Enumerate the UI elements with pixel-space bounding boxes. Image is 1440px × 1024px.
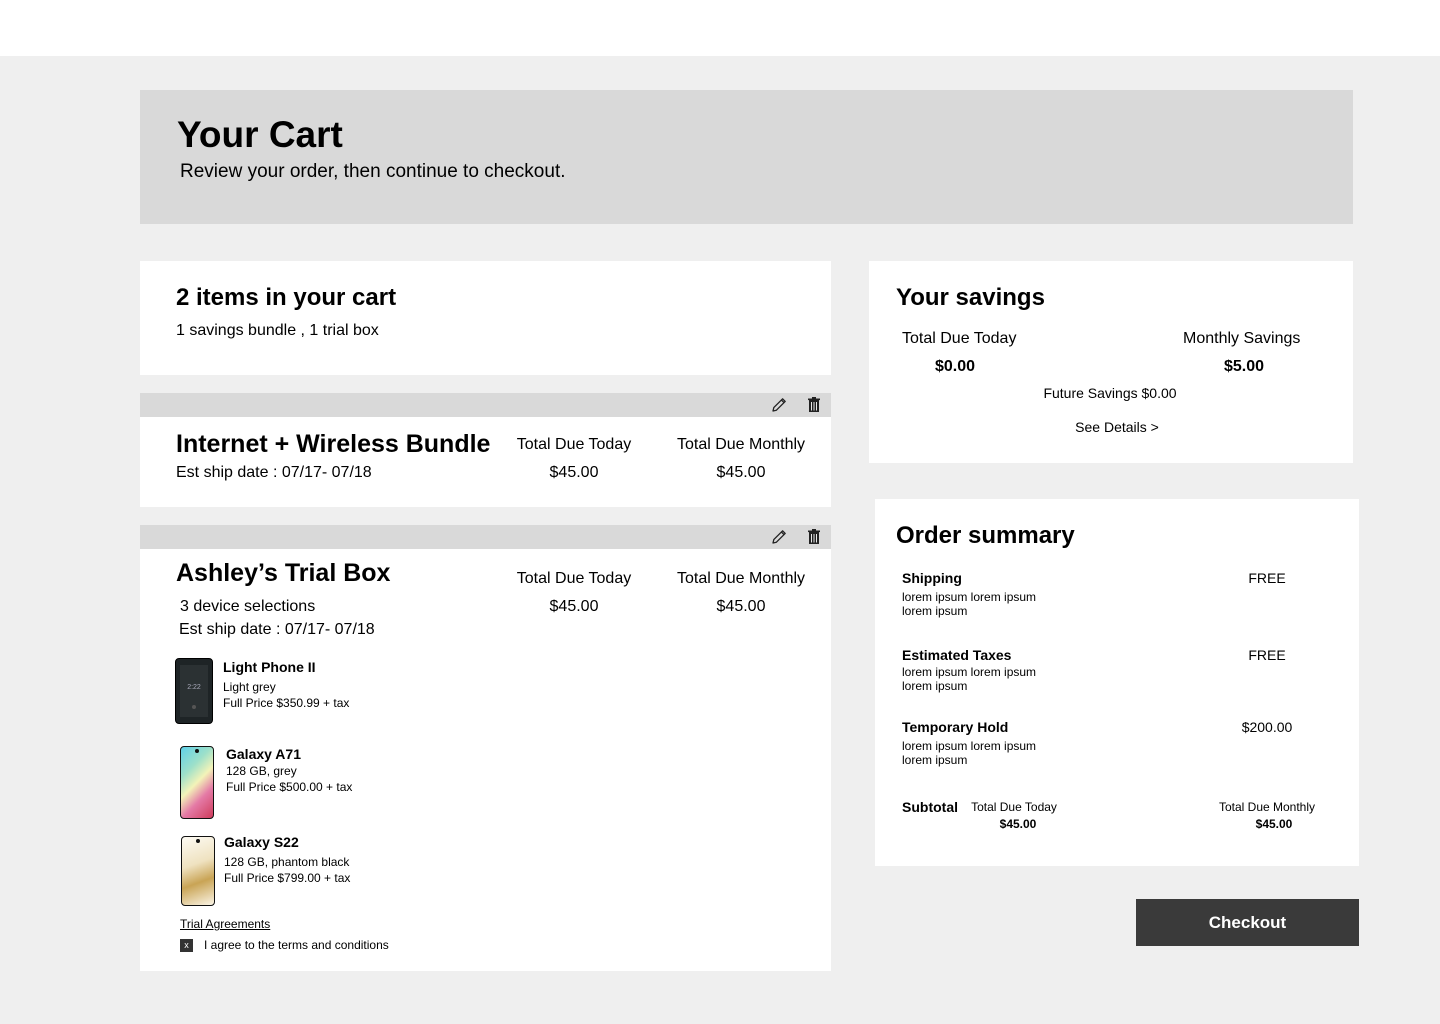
device-price: Full Price $500.00 + tax <box>226 780 353 794</box>
checkout-button[interactable]: Checkout <box>1136 899 1359 946</box>
taxes-value: FREE <box>1248 647 1286 663</box>
pencil-icon[interactable] <box>769 395 789 415</box>
savings-monthly-label: Monthly Savings <box>1183 330 1301 347</box>
device-detail: 128 GB, phantom black <box>224 855 350 869</box>
cart-header: Your Cart Review your order, then contin… <box>140 90 1353 224</box>
galaxy-s22-image <box>181 836 215 906</box>
savings-due-today-label: Total Due Today <box>902 330 1017 347</box>
top-bar <box>0 0 1440 56</box>
shipping-desc: lorem ipsum <box>902 604 968 618</box>
pencil-icon[interactable] <box>769 527 789 547</box>
taxes-desc: lorem ipsum <box>902 679 968 693</box>
bundle-action-bar <box>140 393 831 417</box>
trash-icon[interactable] <box>804 395 824 415</box>
savings-title: Your savings <box>896 284 1045 311</box>
trial-title: Ashley’s Trial Box <box>176 559 391 587</box>
device-price: Full Price $799.00 + tax <box>224 871 351 885</box>
cart-count-title: 2 items in your cart <box>176 284 397 311</box>
subtotal-monthly-label: Total Due Monthly <box>1218 800 1316 814</box>
bundle-due-monthly-value: $45.00 <box>716 464 766 481</box>
subtotal-label: Subtotal <box>902 799 958 815</box>
subtotal-today-value: $45.00 <box>999 817 1037 831</box>
subtotal-monthly-value: $45.00 <box>1255 817 1293 831</box>
trial-action-bar <box>140 525 831 549</box>
see-details-link[interactable]: See Details > <box>1017 419 1217 435</box>
page-title: Your Cart <box>177 114 343 155</box>
bundle-due-today-label: Total Due Today <box>516 436 632 453</box>
light-phone-image: 2:22 <box>175 658 213 724</box>
savings-monthly-value: $5.00 <box>1223 358 1265 375</box>
shipping-label: Shipping <box>902 570 962 586</box>
agree-label: I agree to the terms and conditions <box>204 938 389 952</box>
trial-agreements-link[interactable]: Trial Agreements <box>180 917 270 931</box>
trial-ship-date: Est ship date : 07/17- 07/18 <box>179 621 375 638</box>
trial-due-monthly-label: Total Due Monthly <box>676 570 806 587</box>
bundle-due-monthly-label: Total Due Monthly <box>676 436 806 453</box>
device-name: Galaxy A71 <box>226 746 301 762</box>
device-name: Galaxy S22 <box>224 834 299 850</box>
bundle-title: Internet + Wireless Bundle <box>176 430 491 458</box>
bundle-due-today-value: $45.00 <box>549 464 599 481</box>
cart-count-subtitle: 1 savings bundle , 1 trial box <box>176 322 379 339</box>
bundle-item-card: Internet + Wireless Bundle Est ship date… <box>140 417 831 507</box>
savings-card: Your savings Total Due Today $0.00 Month… <box>869 261 1353 463</box>
galaxy-a71-image <box>180 746 214 819</box>
future-savings: Future Savings $0.00 <box>1043 385 1177 401</box>
trial-due-monthly-value: $45.00 <box>716 598 766 615</box>
taxes-desc: lorem ipsum lorem ipsum <box>902 665 1037 679</box>
shipping-value: FREE <box>1248 570 1286 586</box>
trial-due-today-value: $45.00 <box>549 598 599 615</box>
page-subtitle: Review your order, then continue to chec… <box>180 161 566 182</box>
subtotal-today-label: Total Due Today <box>971 800 1057 814</box>
summary-title: Order summary <box>896 522 1075 549</box>
trash-icon[interactable] <box>804 527 824 547</box>
trial-box-card: Ashley’s Trial Box 3 device selections E… <box>140 549 831 971</box>
device-name: Light Phone II <box>223 659 316 675</box>
hold-value: $200.00 <box>1241 719 1293 735</box>
taxes-label: Estimated Taxes <box>902 647 1012 663</box>
trial-due-today-label: Total Due Today <box>516 570 632 587</box>
device-detail: Light grey <box>223 680 276 694</box>
savings-due-today-value: $0.00 <box>934 358 976 375</box>
agree-checkbox[interactable]: x <box>180 939 193 952</box>
order-summary-card: Order summary Shipping lorem ipsum lorem… <box>875 499 1359 866</box>
hold-desc: lorem ipsum lorem ipsum <box>902 739 1037 753</box>
bundle-ship-date: Est ship date : 07/17- 07/18 <box>176 464 372 481</box>
cart-count-card: 2 items in your cart 1 savings bundle , … <box>140 261 831 375</box>
device-detail: 128 GB, grey <box>226 764 297 778</box>
trial-selections: 3 device selections <box>180 598 316 615</box>
hold-desc: lorem ipsum <box>902 753 968 767</box>
device-price: Full Price $350.99 + tax <box>223 696 350 710</box>
hold-label: Temporary Hold <box>902 719 1009 735</box>
shipping-desc: lorem ipsum lorem ipsum <box>902 590 1037 604</box>
